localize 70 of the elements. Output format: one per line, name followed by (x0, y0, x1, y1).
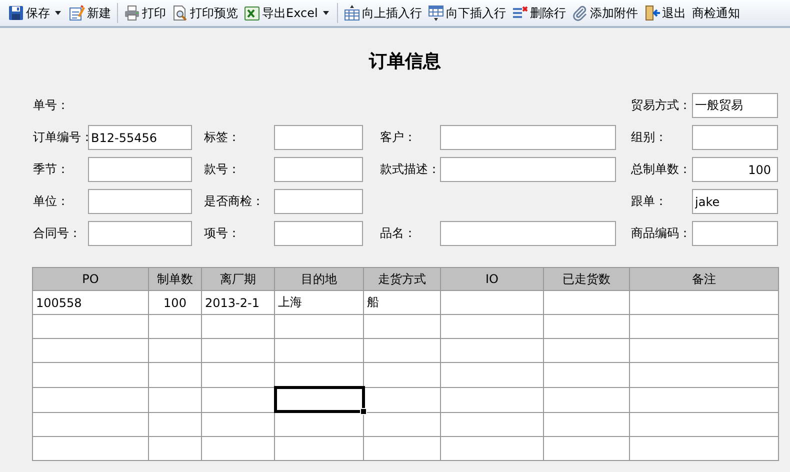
table-cell: 上海 (274, 290, 364, 314)
input-field[interactable]: 100 (692, 157, 778, 182)
column-header[interactable]: 制单数 (148, 268, 202, 290)
column-header[interactable]: 目的地 (274, 268, 364, 290)
table-cell: 100558 (32, 290, 148, 314)
toolbar-button[interactable]: 向上插入行 (340, 2, 425, 24)
caret-icon[interactable] (55, 11, 61, 15)
fill-handle[interactable] (360, 408, 366, 415)
table-cell: 100 (148, 290, 202, 314)
field-label: 季节： (33, 161, 70, 178)
field-label: 总制单数： (630, 161, 692, 178)
field-label: 客户： (379, 129, 417, 146)
input-field[interactable] (274, 125, 363, 150)
field-label: 贸易方式： (630, 97, 692, 114)
toolbar-button[interactable]: 保存 (5, 2, 53, 24)
caret-icon[interactable] (322, 11, 329, 15)
table-cell: 2013-2-1 (202, 290, 274, 314)
field-label: 是否商检： (203, 193, 265, 210)
field-label: 合同号： (33, 225, 82, 242)
spreadsheet-icon (244, 5, 260, 21)
column-header[interactable]: 离厂期 (202, 268, 274, 290)
table-arrow-down-icon (428, 5, 444, 21)
form-title: 订单信息 (368, 50, 442, 74)
field-label: 单号： (33, 97, 70, 114)
column-header[interactable]: 走货方式 (364, 268, 440, 290)
input-field[interactable]: 一般贸易 (692, 93, 778, 118)
input-field[interactable] (692, 221, 778, 246)
field-label: 订单编号： (33, 129, 88, 146)
input-field[interactable] (440, 221, 616, 246)
field-label: 项号： (203, 225, 241, 242)
input-field[interactable] (88, 221, 192, 246)
field-label: 单位： (33, 193, 70, 210)
magnifier-document-icon (172, 5, 188, 21)
field-label: 标签： (203, 129, 241, 146)
toolbar-button[interactable]: 删除行 (508, 2, 569, 24)
input-field[interactable] (440, 157, 616, 182)
table-cell: 船 (364, 290, 440, 314)
field-label: 商品编码： (630, 225, 692, 242)
toolbar-button[interactable]: 打印 (121, 2, 169, 24)
field-label: 款式描述： (379, 161, 440, 178)
input-field[interactable] (274, 221, 363, 246)
toolbar-button[interactable]: 商检通知 (688, 2, 743, 24)
toolbar-button[interactable]: 退出 (640, 2, 689, 24)
table-arrow-up-icon (344, 5, 360, 21)
column-header[interactable]: 已走货数 (544, 268, 630, 290)
delete-row-icon (512, 5, 528, 21)
input-field[interactable]: B12-55456 (88, 125, 192, 150)
input-field[interactable] (692, 125, 778, 150)
input-field[interactable] (440, 125, 616, 150)
input-field[interactable] (88, 189, 192, 214)
input-field[interactable] (274, 189, 363, 214)
toolbar-button[interactable]: 打印预览 (169, 2, 241, 24)
input-field[interactable]: jake (692, 189, 778, 214)
input-field[interactable] (274, 157, 363, 182)
column-header[interactable]: PO (32, 268, 148, 290)
paperclip-icon (572, 5, 588, 21)
document-pencil-icon (69, 5, 85, 21)
field-label: 品名： (379, 225, 417, 242)
toolbar-button[interactable]: 添加附件 (568, 2, 641, 24)
field-label: 跟单： (630, 193, 668, 210)
input-field[interactable] (88, 157, 192, 182)
toolbar-button[interactable]: 新建 (66, 2, 114, 24)
column-header[interactable]: IO (440, 268, 544, 290)
printer-icon (124, 5, 140, 21)
field-label: 款号： (203, 161, 241, 178)
toolbar-button[interactable]: 向下插入行 (424, 2, 509, 24)
column-header[interactable]: 备注 (630, 268, 778, 290)
field-label: 组别： (630, 129, 668, 146)
door-arrow-icon (644, 5, 660, 21)
toolbar-button[interactable]: 导出Excel (241, 2, 321, 24)
